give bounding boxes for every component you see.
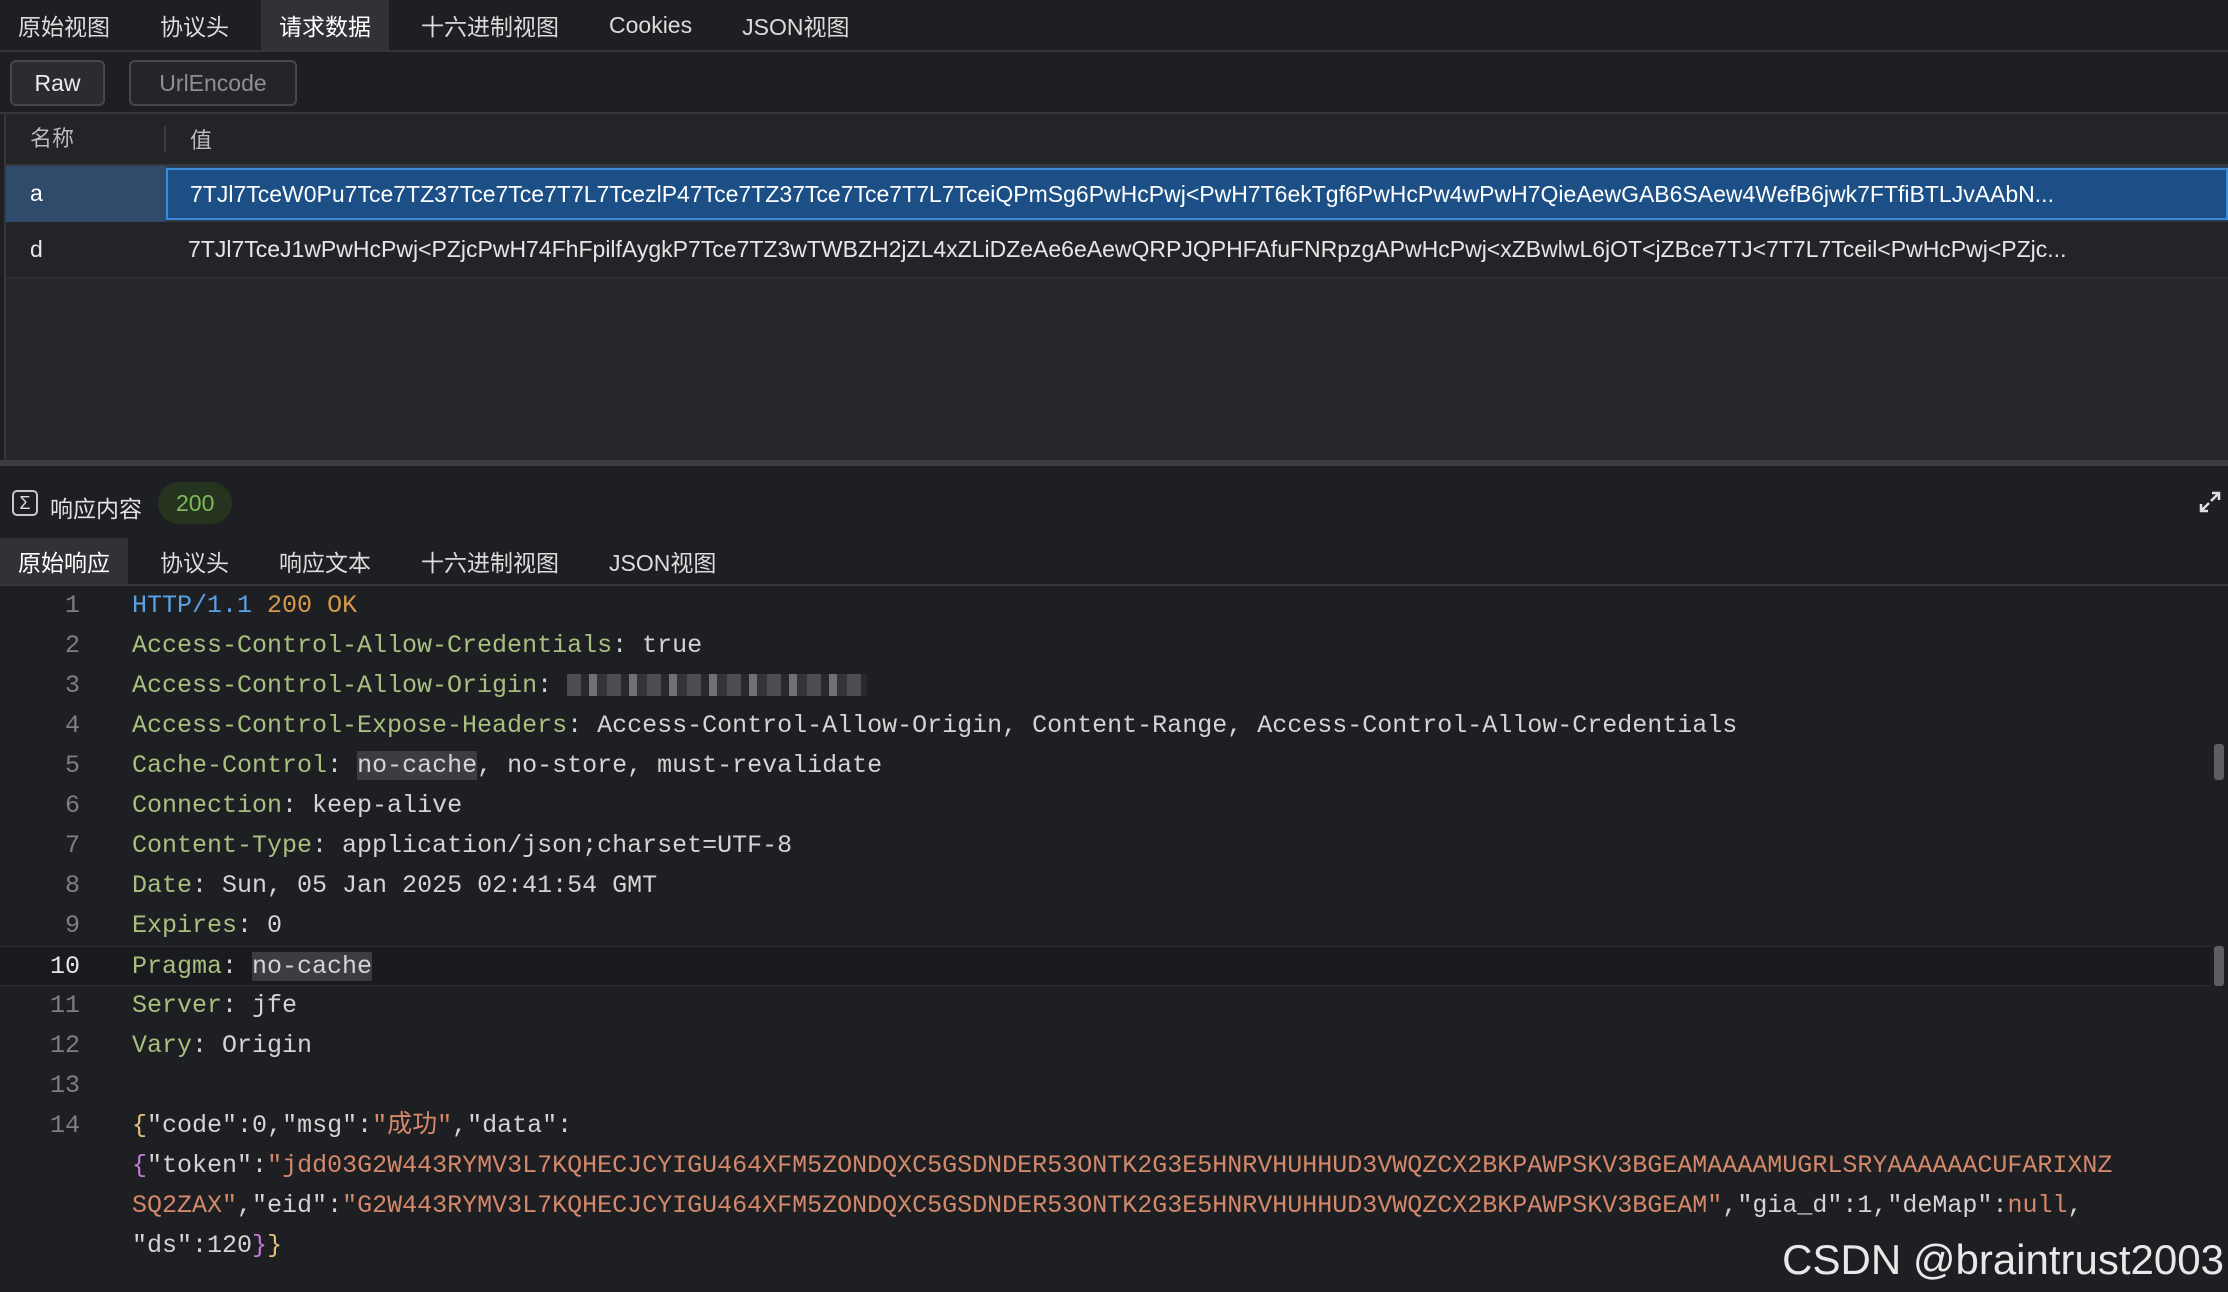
code-line: 7 Content-Type: application/json;charset… bbox=[0, 826, 2210, 866]
tab-raw-view[interactable]: 原始视图 bbox=[0, 0, 128, 50]
json-body-line-4: "ds":120}} bbox=[132, 1231, 283, 1260]
line-number: 9 bbox=[64, 911, 80, 940]
expand-icon[interactable] bbox=[2198, 490, 2222, 514]
header-key: Expires bbox=[132, 911, 238, 940]
line-number: 14 bbox=[49, 1111, 80, 1140]
status-code: 200 bbox=[267, 591, 313, 620]
header-value: Origin bbox=[222, 1031, 313, 1060]
tab-headers[interactable]: 协议头 bbox=[142, 0, 247, 50]
highlighted-value: no-cache bbox=[357, 751, 478, 780]
code-line: 5 Cache-Control: no-cache, no-store, mus… bbox=[0, 746, 2210, 786]
scrollbar-thumb[interactable] bbox=[2214, 744, 2224, 780]
line-number: 8 bbox=[64, 871, 80, 900]
line-number: 4 bbox=[64, 711, 80, 740]
scrollbar-marker bbox=[2214, 946, 2224, 986]
tab-response-hex[interactable]: 十六进制视图 bbox=[403, 538, 577, 584]
redacted-value bbox=[567, 674, 868, 697]
header-key: Connection bbox=[132, 791, 283, 820]
code-line: 6 Connection: keep-alive bbox=[0, 786, 2210, 826]
header-key: Access-Control-Allow-Origin bbox=[132, 671, 538, 700]
header-key: Date bbox=[132, 871, 193, 900]
tab-response-json[interactable]: JSON视图 bbox=[591, 538, 734, 584]
line-number: 10 bbox=[49, 952, 80, 981]
code-line: 4 Access-Control-Expose-Headers: Access-… bbox=[0, 706, 2210, 746]
param-value[interactable]: 7TJl7TceW0Pu7Tce7TZ37Tce7Tce7T7L7TcezlP4… bbox=[166, 167, 2228, 220]
tab-response-headers[interactable]: 协议头 bbox=[142, 538, 247, 584]
response-tab-bar: 原始响应 协议头 响应文本 十六进制视图 JSON视图 bbox=[0, 536, 2228, 586]
param-value[interactable]: 7TJl7TceJ1wPwHcPwj<PZjcPwH74FhFpilfAygkP… bbox=[166, 236, 2228, 263]
response-title: 响应内容 bbox=[50, 496, 142, 522]
params-table-header: 名称 值 bbox=[6, 114, 2228, 166]
column-header-value: 值 bbox=[190, 128, 213, 153]
http-version: HTTP/1.1 bbox=[132, 591, 253, 620]
header-key: Pragma bbox=[132, 952, 223, 981]
tab-raw-response[interactable]: 原始响应 bbox=[0, 538, 128, 584]
code-line: 12 Vary: Origin bbox=[0, 1026, 2210, 1066]
code-line-wrapped: {"token":"jdd03G2W443RYMV3L7KQHECJCYIGU4… bbox=[0, 1146, 2210, 1186]
tab-request-data[interactable]: 请求数据 bbox=[261, 0, 389, 50]
code-line: 13 bbox=[0, 1066, 2210, 1106]
header-value: application/json;charset=UTF-8 bbox=[342, 831, 793, 860]
code-line-current: 10 Pragma: no-cache bbox=[0, 946, 2210, 986]
code-line: 8 Date: Sun, 05 Jan 2025 02:41:54 GMT bbox=[0, 866, 2210, 906]
line-number: 6 bbox=[64, 791, 80, 820]
json-body-line-1: {"code":0,"msg":"成功","data": bbox=[132, 1111, 573, 1140]
watermark: CSDN @braintrust2003 bbox=[1782, 1236, 2224, 1283]
urlencode-button[interactable]: UrlEncode bbox=[129, 60, 297, 106]
header-value: 0 bbox=[267, 911, 283, 940]
highlighted-value: no-cache bbox=[252, 952, 373, 981]
header-key: Content-Type bbox=[132, 831, 313, 860]
status-line: HTTP/1.1 200 OK bbox=[132, 586, 357, 626]
code-line: 2 Access-Control-Allow-Credentials: true bbox=[0, 626, 2210, 666]
header-key: Vary bbox=[132, 1031, 193, 1060]
header-value: jfe bbox=[252, 991, 298, 1020]
header-key: Server bbox=[132, 991, 223, 1020]
table-row[interactable]: a 7TJl7TceW0Pu7Tce7TZ37Tce7Tce7T7L7Tcezl… bbox=[6, 165, 2228, 222]
header-key: Access-Control-Allow-Credentials bbox=[132, 631, 613, 660]
table-row[interactable]: d 7TJl7TceJ1wPwHcPwj<PZjcPwH74FhFpilfAyg… bbox=[6, 222, 2228, 278]
code-line-wrapped: SQ2ZAX","eid":"G2W443RYMV3L7KQHECJCYIGU4… bbox=[0, 1186, 2210, 1226]
code-line: 3 Access-Control-Allow-Origin: bbox=[0, 666, 2210, 706]
code-line: 14 {"code":0,"msg":"成功","data": bbox=[0, 1106, 2210, 1146]
line-number: 11 bbox=[49, 991, 80, 1020]
header-key: Access-Control-Expose-Headers bbox=[132, 711, 568, 740]
response-header-bar: Σ 响应内容 200 bbox=[0, 466, 2228, 540]
header-value: Access-Control-Allow-Origin, Content-Ran… bbox=[597, 711, 1738, 740]
params-table: 名称 值 a 7TJl7TceW0Pu7Tce7TZ37Tce7Tce7T7L7… bbox=[4, 114, 2228, 460]
format-toolbar: Raw UrlEncode bbox=[0, 52, 2228, 114]
line-number: 1 bbox=[64, 591, 80, 620]
line-number: 2 bbox=[64, 631, 80, 660]
param-name: a bbox=[6, 165, 166, 222]
status-badge: 200 bbox=[158, 482, 233, 524]
header-value: keep-alive bbox=[312, 791, 463, 820]
header-value: Sun, 05 Jan 2025 02:41:54 GMT bbox=[222, 871, 658, 900]
header-key: Cache-Control bbox=[132, 751, 328, 780]
header-value: , no-store, must-revalidate bbox=[477, 751, 883, 780]
tab-hex-view[interactable]: 十六进制视图 bbox=[403, 0, 577, 50]
line-number: 12 bbox=[49, 1031, 80, 1060]
column-header-name: 名称 bbox=[6, 126, 166, 152]
code-line: 11 Server: jfe bbox=[0, 986, 2210, 1026]
line-number: 5 bbox=[64, 751, 80, 780]
line-number: 3 bbox=[64, 671, 80, 700]
sigma-icon: Σ bbox=[12, 490, 38, 516]
tab-cookies[interactable]: Cookies bbox=[591, 0, 710, 50]
request-tab-bar: 原始视图 协议头 请求数据 十六进制视图 Cookies JSON视图 bbox=[0, 0, 2228, 52]
tab-response-text[interactable]: 响应文本 bbox=[261, 538, 389, 584]
code-line: 1 HTTP/1.1 200 OK bbox=[0, 586, 2210, 626]
json-body-line-3: SQ2ZAX","eid":"G2W443RYMV3L7KQHECJCYIGU4… bbox=[132, 1191, 2083, 1220]
raw-button[interactable]: Raw bbox=[10, 60, 105, 106]
status-reason: OK bbox=[327, 591, 358, 620]
param-name: d bbox=[30, 236, 43, 262]
tab-json-view[interactable]: JSON视图 bbox=[724, 0, 867, 50]
line-number: 7 bbox=[64, 831, 80, 860]
line-number: 13 bbox=[49, 1071, 80, 1100]
json-body-line-2: {"token":"jdd03G2W443RYMV3L7KQHECJCYIGU4… bbox=[132, 1151, 2113, 1180]
code-line: 9 Expires: 0 bbox=[0, 906, 2210, 946]
header-value: true bbox=[642, 631, 703, 660]
response-code-editor[interactable]: 1 HTTP/1.1 200 OK 2 Access-Control-Allow… bbox=[0, 586, 2228, 1292]
